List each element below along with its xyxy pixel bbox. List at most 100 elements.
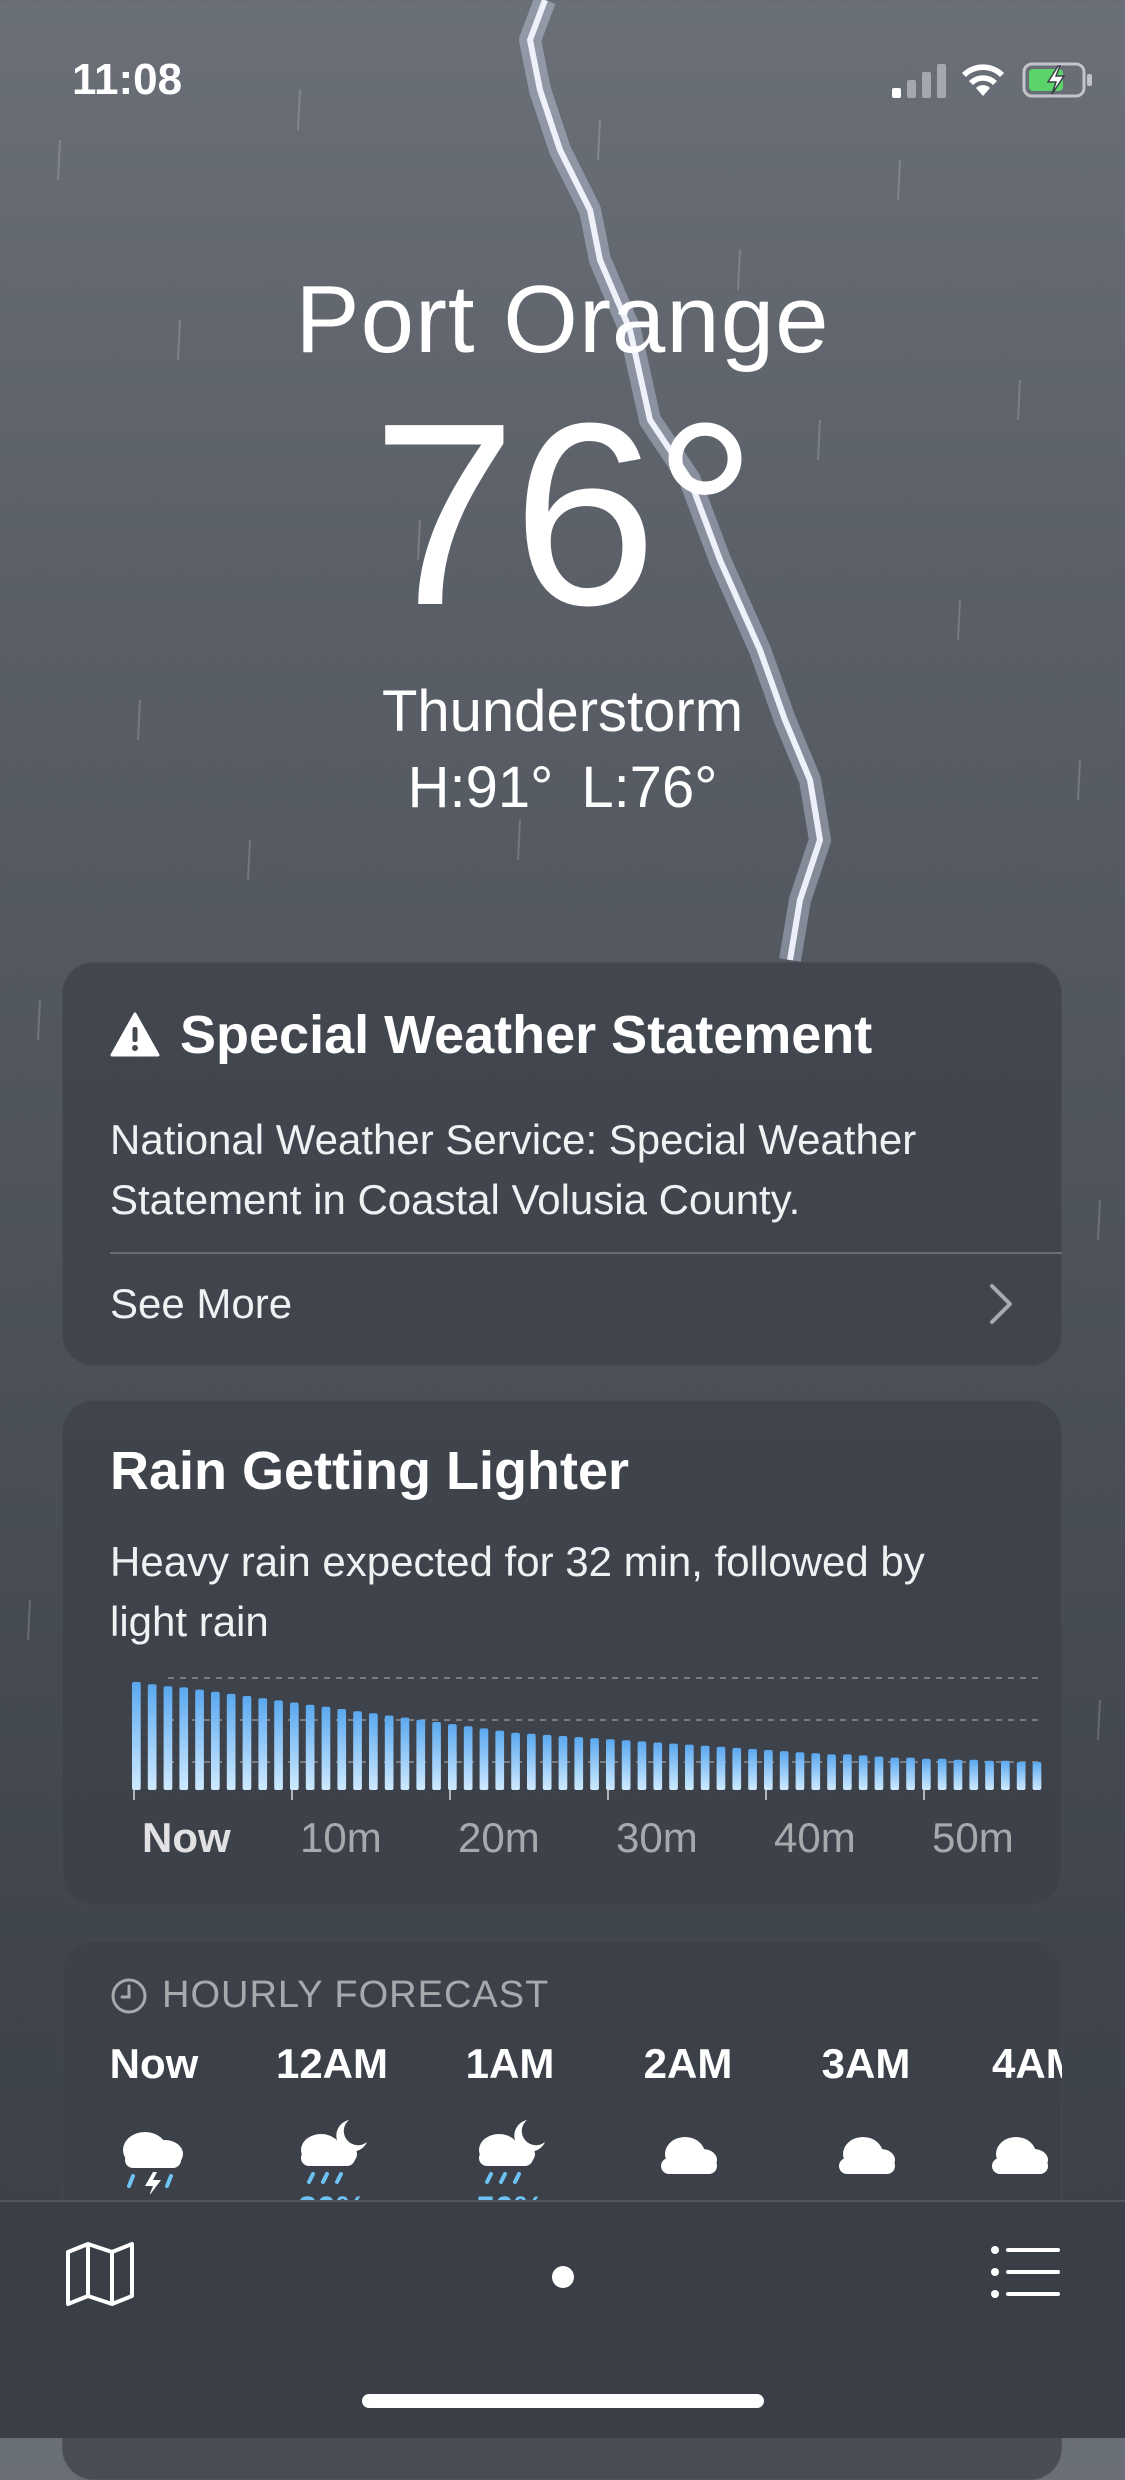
chevron-right-icon[interactable] — [988, 1282, 1014, 1326]
hour-label: 3AM — [821, 2040, 911, 2087]
hour-item: 2AM — [618, 2040, 758, 2194]
hourly-heading-text: HOURLY FORECAST — [162, 1974, 550, 2016]
axis-label: 40m — [774, 1814, 856, 1861]
cloud-moon-rain-icon — [479, 2120, 545, 2184]
precip-bar — [527, 1733, 536, 1790]
precip-bar — [258, 1698, 268, 1790]
precip-bar — [843, 1754, 852, 1790]
axis-label: 10m — [300, 1814, 382, 1861]
cloud-moon-rain-icon — [301, 2120, 367, 2184]
clock-icon — [111, 1978, 147, 2013]
precip-bar — [748, 1749, 757, 1790]
condition-text: Thunderstorm — [381, 679, 744, 744]
precip-bar — [811, 1753, 821, 1790]
precip-chart: Now 10m 20m 30m 40m 50m — [132, 1677, 1042, 1861]
list-icon[interactable] — [990, 2244, 1060, 2300]
precip-bar — [732, 1747, 742, 1790]
precip-bar — [448, 1724, 457, 1790]
hour-label: 12AM — [275, 2040, 389, 2087]
precip-bar — [590, 1738, 599, 1790]
precip-bar — [495, 1730, 505, 1790]
precip-bar — [290, 1702, 299, 1790]
precip-bar — [827, 1754, 836, 1790]
precip-bar — [542, 1734, 552, 1790]
axis-label: Now — [142, 1814, 231, 1861]
precip-bar — [369, 1713, 378, 1790]
alert-title-text: Special Weather Statement — [180, 1005, 873, 1065]
axis-label: 50m — [932, 1814, 1014, 1861]
cloud-icon — [992, 2137, 1048, 2174]
precip-bar — [906, 1757, 915, 1790]
precip-bar — [764, 1750, 773, 1790]
precip-bar — [685, 1744, 694, 1790]
hour-item: 4AM — [974, 2040, 1062, 2194]
precip-bar — [558, 1736, 568, 1790]
precip-bar — [858, 1755, 868, 1790]
precip-bar — [400, 1717, 410, 1790]
thunderstorm-icon — [123, 2132, 183, 2194]
precip-bar — [606, 1739, 615, 1790]
precip-bar — [432, 1722, 441, 1790]
axis-label: 30m — [616, 1814, 698, 1861]
precip-bar — [716, 1746, 726, 1790]
precip-bar — [985, 1760, 994, 1790]
precip-bar — [621, 1740, 631, 1790]
next-hour-precip-card[interactable]: Rain Getting Lighter Heavy rain expected… — [62, 1400, 1062, 1906]
precip-bar — [937, 1758, 947, 1790]
precip-bar — [179, 1687, 189, 1790]
city-name: Port Orange — [295, 266, 830, 373]
page-indicator-dot[interactable] — [552, 2266, 574, 2288]
hour-item: Now — [84, 2040, 224, 2194]
precip-bar — [463, 1726, 473, 1790]
alert-title: Special Weather Statement — [110, 1004, 872, 1066]
status-bar: 11:08 — [0, 0, 1125, 150]
cellular-signal-icon — [892, 64, 946, 98]
precip-bar — [1032, 1761, 1042, 1790]
precip-bar — [874, 1756, 884, 1790]
home-indicator[interactable] — [362, 2394, 764, 2408]
warning-icon — [110, 1012, 160, 1057]
precip-bar — [195, 1689, 204, 1790]
hourly-header: HOURLY FORECAST — [110, 1974, 549, 2017]
precip-bar — [132, 1682, 141, 1790]
precip-bar — [163, 1686, 173, 1790]
precip-bar — [274, 1700, 283, 1790]
precip-bar — [384, 1715, 394, 1790]
hour-label: 1AM — [465, 2040, 555, 2087]
precip-bar — [637, 1741, 647, 1790]
precip-bar — [305, 1704, 315, 1790]
high-temp: H:91° — [407, 755, 554, 820]
hour-label: Now — [109, 2040, 199, 2087]
precip-bar — [700, 1745, 710, 1790]
wifi-icon — [962, 64, 1004, 96]
precip-bar — [242, 1696, 252, 1790]
precip-bar — [479, 1728, 489, 1790]
see-more-link[interactable]: See More — [110, 1280, 292, 1328]
precip-bar — [653, 1742, 663, 1790]
precip-bar — [353, 1711, 362, 1790]
severe-weather-card[interactable]: Special Weather Statement National Weath… — [62, 962, 1062, 1366]
precip-bar — [1016, 1761, 1026, 1790]
map-icon[interactable] — [64, 2240, 136, 2308]
axis-label: 20m — [458, 1814, 540, 1861]
low-temp: L:76° — [581, 755, 718, 820]
precip-bar — [147, 1684, 157, 1790]
precip-bar — [890, 1757, 900, 1790]
precip-bar — [416, 1719, 426, 1790]
divider — [110, 1252, 1062, 1254]
cloud-icon — [661, 2137, 717, 2174]
precip-bar — [795, 1752, 805, 1790]
battery-charging-icon — [1022, 62, 1092, 98]
hour-label: 4AM — [992, 2040, 1062, 2087]
precip-bar — [922, 1758, 931, 1790]
hour-item: 3AM — [796, 2040, 936, 2194]
precip-bar — [1001, 1760, 1010, 1790]
precip-bar — [953, 1759, 963, 1790]
high-low: H:91° L:76° — [0, 754, 1125, 821]
status-time: 11:08 — [72, 55, 183, 104]
current-temperature: 76° — [371, 370, 757, 660]
precip-bar — [969, 1759, 979, 1790]
precip-bar — [779, 1751, 789, 1790]
hour-label: 2AM — [643, 2040, 733, 2087]
precip-bar — [211, 1691, 220, 1790]
